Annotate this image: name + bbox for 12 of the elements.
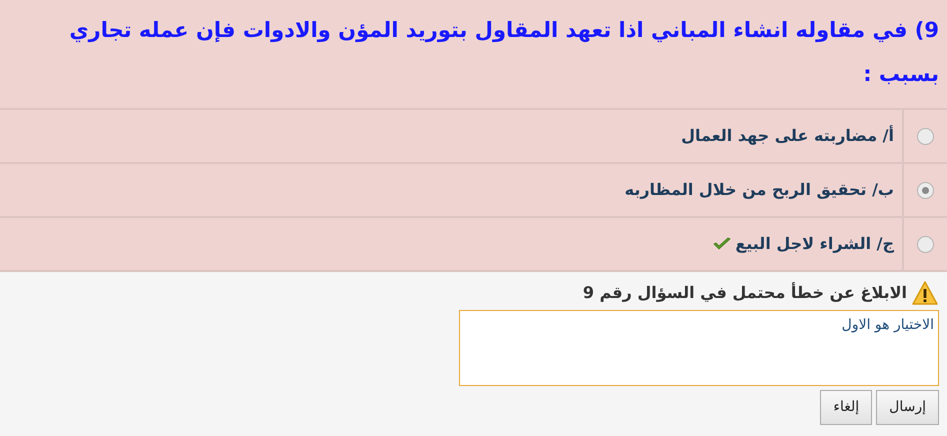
option-label: ب/ تحقيق الربح من خلال المظاربه [624, 179, 894, 201]
option-label: أ/ مضاربته على جهد العمال [681, 124, 894, 147]
report-text-field[interactable]: الاختيار هو الاول [459, 310, 939, 386]
report-title: الابلاغ عن خطأ محتمل في السؤال رقم 9 [582, 281, 907, 304]
question-text: 9) في مقاوله انشاء المباني اذا تعهد المقاول بتوريد المؤن والادوات فإن عمله تجاري بسبب : [68, 17, 939, 88]
radio-button[interactable] [917, 182, 934, 198]
warning-icon [911, 280, 939, 306]
radio-button[interactable] [917, 128, 934, 144]
radio-button[interactable] [917, 236, 934, 252]
option-label: ج/ الشراء لاجل البيع [735, 233, 894, 255]
cancel-button[interactable]: إلغاء [820, 390, 872, 425]
send-button[interactable]: إرسال [876, 390, 939, 425]
